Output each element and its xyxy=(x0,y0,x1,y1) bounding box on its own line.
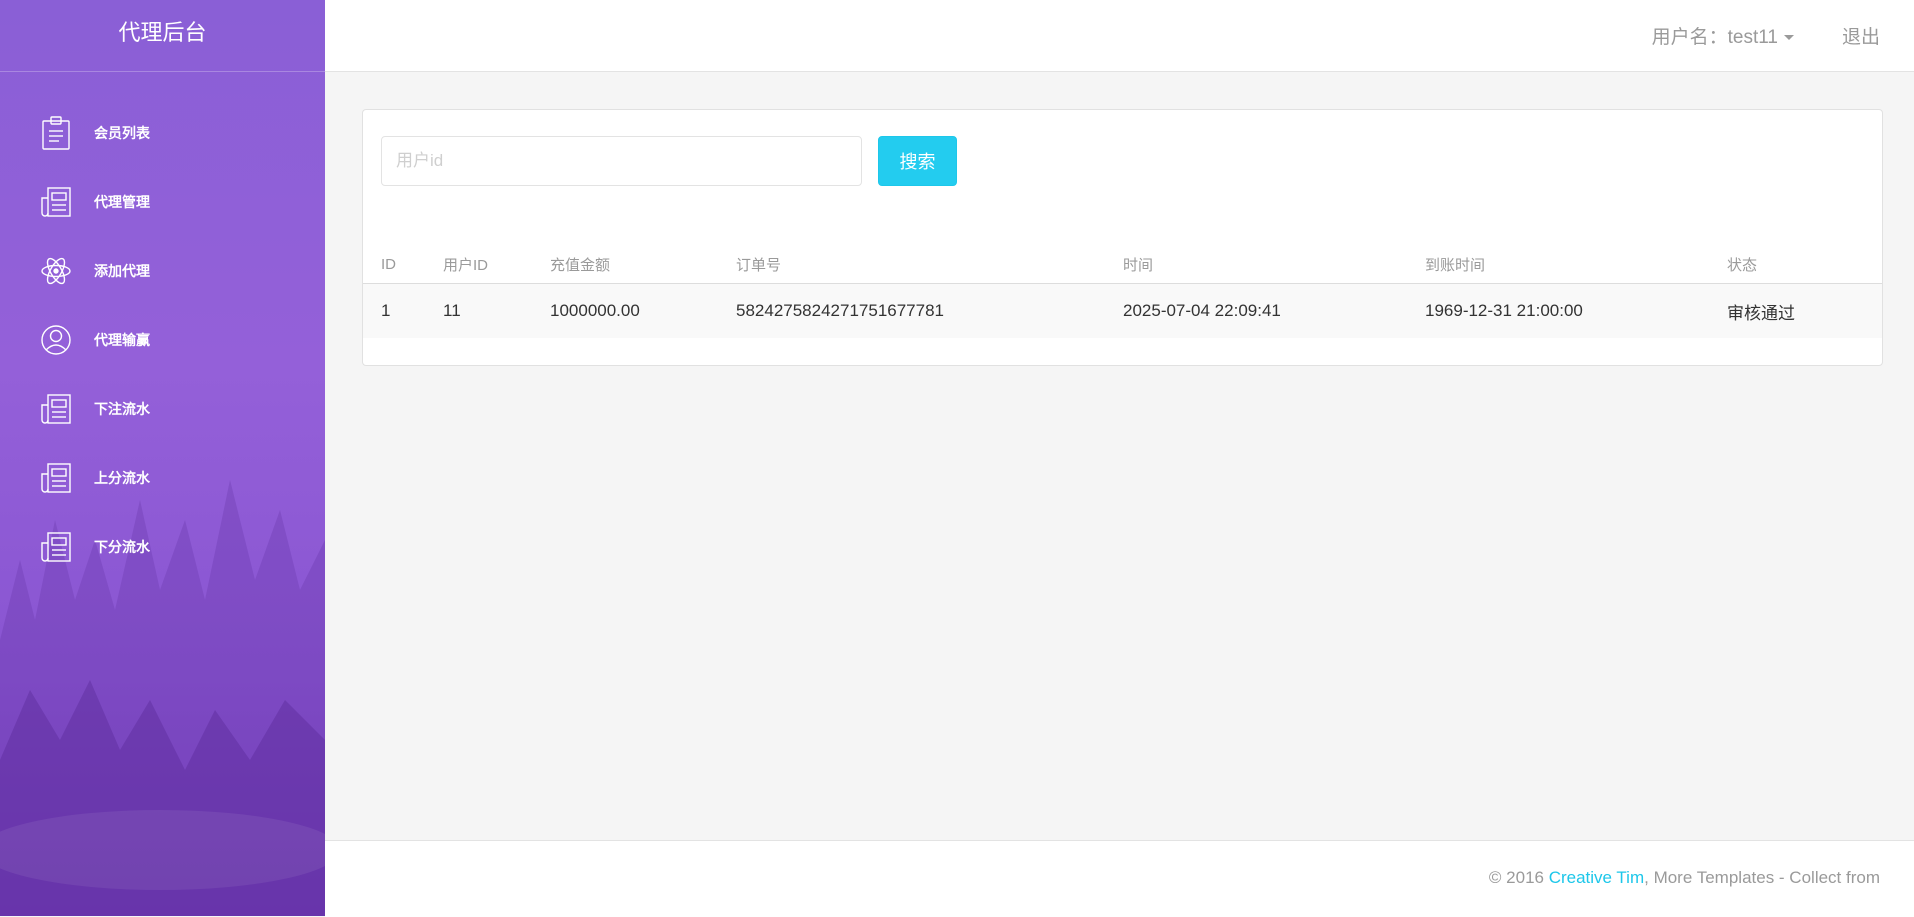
column-header-order-no: 订单号 xyxy=(736,245,1123,284)
search-button[interactable]: 搜索 xyxy=(878,136,957,186)
sidebar-item-bet-flow[interactable]: 下注流水 xyxy=(0,374,325,443)
sidebar-item-label: 上分流水 xyxy=(94,469,150,486)
user-menu-dropdown[interactable]: 用户名：test11 xyxy=(1652,22,1794,49)
column-header-time: 时间 xyxy=(1123,245,1425,284)
column-header-user-id: 用户ID xyxy=(443,245,550,284)
sidebar-item-label: 代理管理 xyxy=(94,193,150,210)
column-header-id: ID xyxy=(363,245,443,284)
creative-tim-link[interactable]: Creative Tim xyxy=(1549,868,1644,887)
sidebar-item-agent-winloss[interactable]: 代理输赢 xyxy=(0,305,325,374)
column-header-status: 状态 xyxy=(1727,245,1882,284)
footer-prefix: © 2016 xyxy=(1488,868,1549,887)
content-card: 搜索 ID 用户ID 充值金额 订单号 时间 到账时间 状态 1 11 1000… xyxy=(362,109,1883,366)
sidebar-item-label: 会员列表 xyxy=(94,124,150,141)
footer-copyright: © 2016 Creative Tim, More Templates - Co… xyxy=(1489,868,1880,888)
table-header-row: ID 用户ID 充值金额 订单号 时间 到账时间 状态 xyxy=(363,245,1882,284)
caret-down-icon xyxy=(1784,35,1794,41)
footer-suffix: , More Templates - Collect from xyxy=(1644,868,1880,887)
news-icon xyxy=(40,530,72,564)
cell-time: 2025-07-04 22:09:41 xyxy=(1123,283,1425,338)
cell-arrival-time: 1969-12-31 21:00:00 xyxy=(1425,283,1727,338)
username-label: 用户名：test11 xyxy=(1651,27,1778,48)
sidebar-item-label: 添加代理 xyxy=(94,262,150,279)
sidebar-item-agent-management[interactable]: 代理管理 xyxy=(0,167,325,236)
cell-order-no: 5824275824271751677781 xyxy=(736,283,1123,338)
cell-status: 审核通过 xyxy=(1727,283,1882,338)
sidebar-item-label: 下注流水 xyxy=(94,400,150,417)
clipboard-icon xyxy=(40,115,72,150)
footer: © 2016 Creative Tim, More Templates - Co… xyxy=(325,840,1914,917)
top-navbar: 用户名：test11 退出 xyxy=(325,0,1914,72)
news-icon xyxy=(40,185,72,219)
brand-title[interactable]: 代理后台 xyxy=(0,0,325,72)
sidebar-item-label: 下分流水 xyxy=(94,538,150,555)
sidebar-nav: 会员列表 代理管理 添加代理 代理输赢 下注流水 上分流水 下分流水 xyxy=(0,98,325,581)
sidebar: 代理后台 会员列表 代理管理 添加代理 代理输赢 下注流水 上分流水 下分流水 xyxy=(0,0,325,916)
sidebar-item-deposit-flow[interactable]: 上分流水 xyxy=(0,443,325,512)
column-header-amount: 充值金额 xyxy=(550,245,736,284)
sidebar-item-withdraw-flow[interactable]: 下分流水 xyxy=(0,512,325,581)
user-id-search-input[interactable] xyxy=(381,136,862,186)
sidebar-item-member-list[interactable]: 会员列表 xyxy=(0,98,325,167)
logout-link[interactable]: 退出 xyxy=(1842,22,1880,49)
column-header-arrival-time: 到账时间 xyxy=(1425,245,1727,284)
atom-icon xyxy=(40,254,72,288)
user-circle-icon xyxy=(40,323,72,357)
cell-amount: 1000000.00 xyxy=(550,283,736,338)
sidebar-item-label: 代理输赢 xyxy=(94,331,150,348)
recharge-table: ID 用户ID 充值金额 订单号 时间 到账时间 状态 1 11 1000000… xyxy=(363,245,1882,338)
news-icon xyxy=(40,392,72,426)
cell-id: 1 xyxy=(363,283,443,338)
news-icon xyxy=(40,461,72,495)
table-row: 1 11 1000000.00 5824275824271751677781 2… xyxy=(363,283,1882,338)
cell-user-id: 11 xyxy=(443,283,550,338)
sidebar-item-add-agent[interactable]: 添加代理 xyxy=(0,236,325,305)
